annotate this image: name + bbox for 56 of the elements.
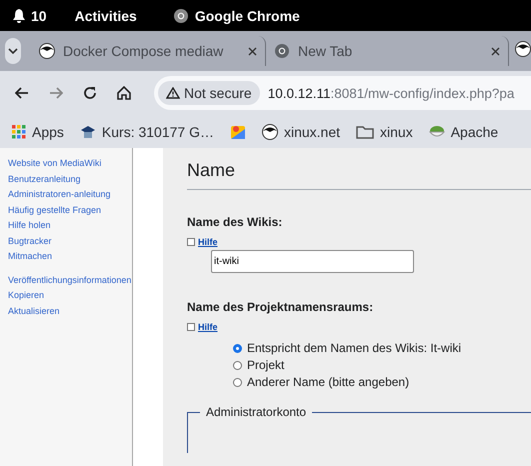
sidebar-link[interactable]: Aktualisieren (8, 304, 132, 319)
folder-icon (356, 124, 374, 138)
radio-button[interactable] (233, 378, 242, 386)
sidebar-link[interactable]: Mitmachen (8, 249, 111, 264)
tab-search-button[interactable] (5, 38, 21, 64)
help-link[interactable]: Hilfe (198, 237, 218, 247)
close-icon[interactable] (248, 46, 257, 56)
fieldset-legend: Administratorkonto (200, 405, 312, 419)
bookmark[interactable]: xinux.net (284, 124, 340, 140)
chrome-icon (274, 43, 290, 59)
tab[interactable]: New Tab (298, 43, 483, 59)
app-name: Google Chrome (194, 8, 300, 24)
tab-favicon-icon (39, 43, 55, 59)
security-chip[interactable]: Not secure (158, 81, 260, 105)
radio-label: Anderer Name (bitte angeben) (247, 375, 410, 389)
warning-icon (166, 87, 180, 99)
sidebar-link[interactable]: Veröffentlichungsinformationen (8, 272, 132, 288)
security-label: Not secure (184, 85, 252, 101)
maps-icon[interactable] (230, 124, 246, 140)
sidebar-link[interactable]: Bugtracker (8, 234, 111, 249)
bookmark[interactable]: Kurs: 310177 G… (102, 124, 214, 140)
tab[interactable]: Docker Compose mediaw (63, 43, 240, 59)
radio-button[interactable] (233, 360, 242, 370)
wiki-name-field[interactable]: it-wiki (211, 250, 414, 273)
site-icon (262, 124, 278, 140)
help-icon (187, 323, 195, 331)
bell-icon[interactable] (13, 8, 25, 22)
radio-label: Projekt (247, 358, 284, 372)
help-icon (187, 238, 195, 246)
field-label: Name des Wikis: (187, 215, 284, 229)
apps-grid-icon (12, 124, 26, 138)
chevron-down-icon (8, 48, 18, 54)
activities-button[interactable]: Activities (74, 8, 137, 24)
sidebar-link[interactable]: Kopieren (8, 288, 132, 304)
tab-favicon-icon (515, 41, 531, 57)
sidebar-link[interactable]: Benutzeranleitung (8, 172, 111, 187)
radio-label: Entspricht dem Namen des Wikis: It-wiki (247, 341, 462, 355)
bookmark[interactable]: Apache (450, 124, 498, 140)
help-link[interactable]: Hilfe (198, 322, 218, 332)
url-text: 10.0.12.11:8081/mw-config/index.php?pa (268, 86, 514, 100)
address-bar[interactable]: Not secure 10.0.12.11:8081/mw-config/index.php?pa (154, 76, 531, 110)
sidebar-link[interactable]: Administratoren-anleitung (8, 187, 111, 202)
bookmark[interactable]: xinux (380, 124, 413, 140)
close-icon[interactable] (491, 46, 500, 56)
cap-icon (80, 124, 96, 140)
field-label: Name des Projektnamensraums: (187, 300, 374, 314)
bookmark[interactable]: Apps (32, 124, 64, 140)
radio-button[interactable] (233, 344, 242, 352)
chrome-icon (172, 8, 189, 24)
sidebar-link[interactable]: Hilfe holen (8, 218, 111, 234)
sidebar-link[interactable]: Häufig gestellte Fragen (8, 202, 111, 218)
notification-count: 10 (31, 8, 47, 24)
bowl-icon (428, 124, 445, 140)
sidebar-link[interactable]: Website von MediaWiki (8, 156, 111, 172)
home-button[interactable] (114, 86, 134, 100)
section-heading: Name (187, 160, 531, 190)
